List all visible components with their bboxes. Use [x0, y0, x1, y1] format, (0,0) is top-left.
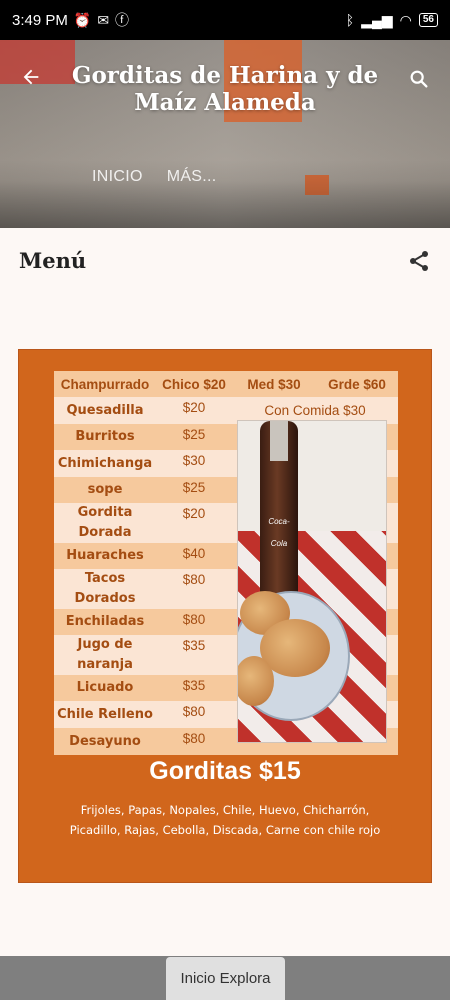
menu-item-price: $30 [182, 453, 206, 468]
hero-shadow [0, 160, 450, 228]
wifi-icon: ◠ [399, 12, 412, 28]
menu-item-name: Chile Relleno [57, 706, 153, 722]
menu-header-champurrado: Champurrado [60, 376, 150, 392]
menu-item-name: Enchiladas [65, 614, 145, 629]
menu-header-med: Med $30 [247, 376, 301, 392]
share-button[interactable] [406, 248, 432, 274]
menu-item-name: Chimichanga [57, 455, 153, 471]
menu-item-name: Gordita Dorada [77, 505, 133, 540]
menu-header-row: Champurrado Chico $20 Med $30 Grde $60 [54, 371, 398, 397]
menu-item-price: $25 [182, 427, 206, 442]
menu-item-name: Jugo de naranja [77, 637, 133, 672]
fillings-line: Picadillo, Rajas, Cebolla, Discada, Carn… [69, 823, 381, 837]
battery-icon: 56 [418, 13, 438, 27]
menu-item-price: $80 [182, 612, 206, 627]
page-title: Menú [19, 248, 87, 273]
menu-item-price: $80 [182, 731, 206, 746]
menu-item-name: sope [87, 482, 123, 497]
tab-mas[interactable]: MÁS... [167, 168, 217, 186]
search-icon [410, 70, 428, 88]
bluetooth-icon: ᛒ [345, 12, 355, 28]
tab-inicio[interactable]: INICIO [92, 168, 143, 186]
menu-item-name: Burritos [75, 429, 135, 444]
menu-item-price: $20 [182, 400, 206, 415]
gmail-icon: ✉ [97, 12, 110, 28]
photo-bottle-neck [270, 421, 288, 461]
facebook-icon: ⓕ [115, 12, 130, 28]
nav-tabs: INICIO MÁS... [92, 168, 217, 186]
explore-button[interactable]: Inicio Explora [166, 957, 285, 1000]
header-hero: Gorditas de Harina y de Maíz Alameda INI… [0, 40, 450, 228]
arrow-back-icon [23, 69, 39, 85]
status-bar: 3:49 PM ⏰ ✉ ⓕ ᛒ ▂▄▆ ◠ 56 [0, 0, 450, 40]
menu-item-price: $20 [182, 506, 206, 521]
menu-item-price: $25 [182, 480, 206, 495]
gorditas-fillings: Frijoles, Papas, Nopales, Chile, Huevo, … [49, 800, 401, 840]
menu-item-price: $35 [182, 678, 206, 693]
menu-item-name: Quesadilla [66, 402, 144, 418]
menu-item-price: $40 [182, 546, 206, 561]
alarm-icon: ⏰ [73, 12, 92, 28]
share-icon [410, 251, 428, 271]
site-title: Gorditas de Harina y de Maíz Alameda [71, 62, 379, 116]
back-button[interactable] [16, 62, 46, 92]
menu-item-name: Desayuno [69, 733, 141, 749]
menu-header-chico: Chico $20 [162, 376, 226, 392]
photo-bottle-label: Coca-Cola [268, 517, 290, 548]
menu-item-name: Huaraches [66, 548, 144, 563]
menu-item-price: $80 [182, 704, 206, 719]
menu-item-name: Tacos Dorados [74, 571, 136, 606]
menu-item-price: $80 [182, 572, 206, 587]
menu-item-price: $35 [182, 638, 206, 653]
search-button[interactable] [404, 64, 434, 94]
fillings-line: Frijoles, Papas, Nopales, Chile, Huevo, … [80, 803, 370, 817]
signal-icon: ▂▄▆ [361, 12, 393, 28]
status-time: 3:49 PM [12, 11, 68, 29]
menu-item-name: Licuado [76, 680, 134, 695]
menu-image[interactable]: Champurrado Chico $20 Med $30 Grde $60 Q… [18, 349, 432, 883]
menu-header-grde: Grde $60 [328, 376, 386, 392]
gorditas-price-title: Gorditas $15 [149, 757, 301, 785]
food-photo: Coca-Cola [237, 420, 387, 743]
main-content: Menú Champurrado Chico $20 Med $30 Grde … [0, 228, 450, 956]
menu-item-extra: Con Comida $30 [264, 403, 366, 418]
